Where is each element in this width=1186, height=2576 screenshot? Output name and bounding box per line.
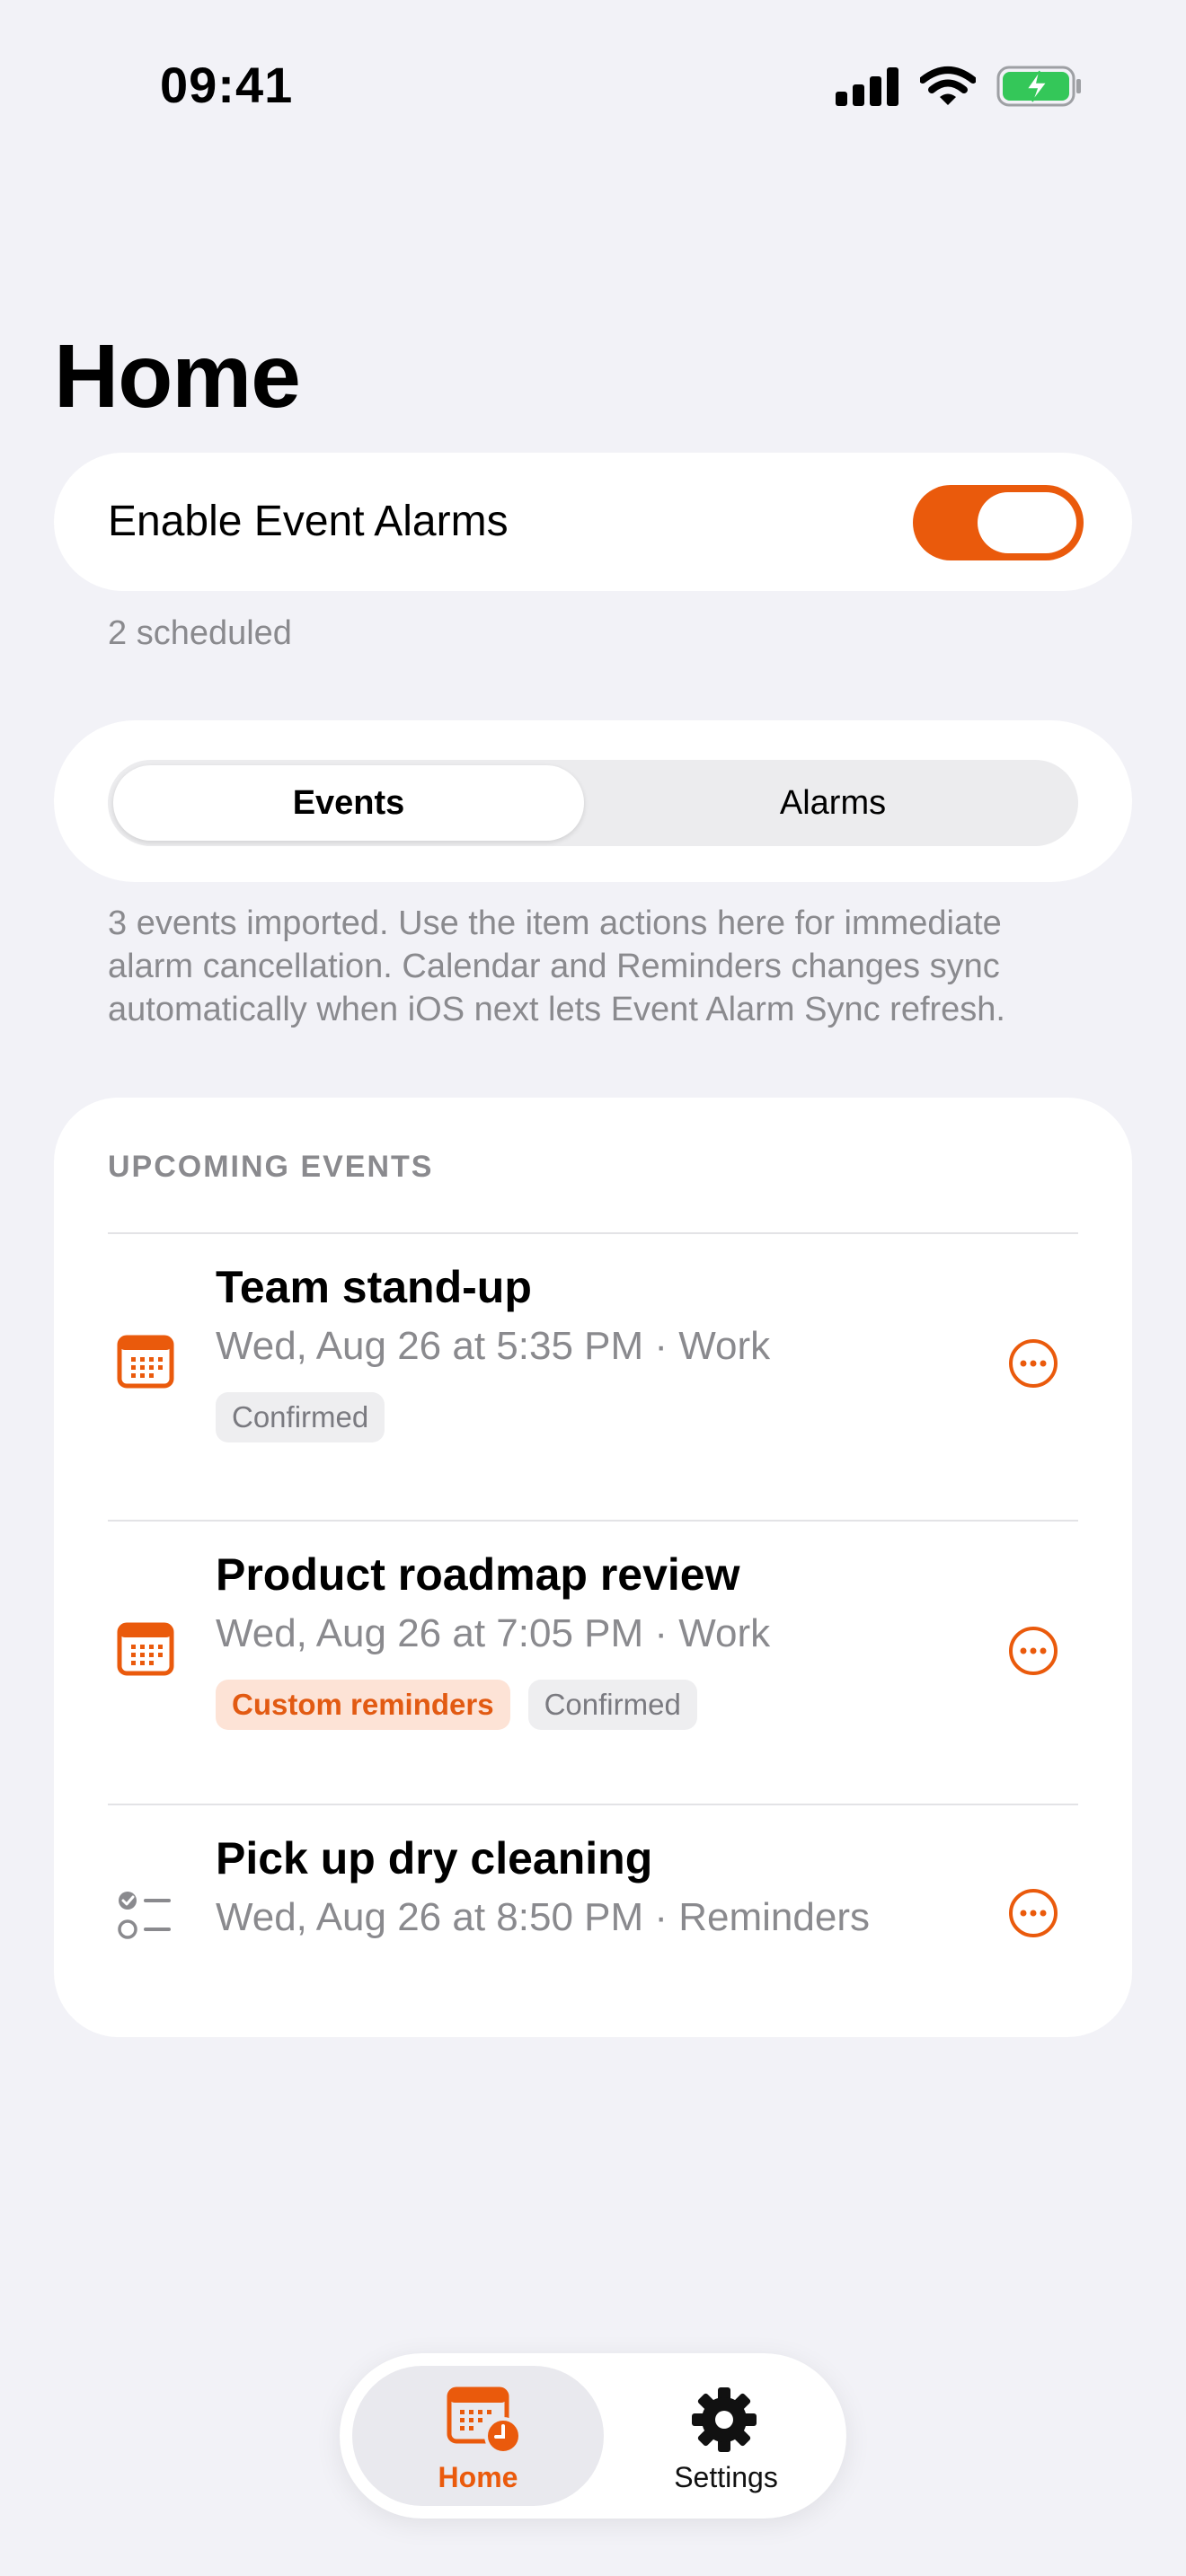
confirmed-badge: Confirmed — [527, 1680, 697, 1730]
scheduled-count: 2 scheduled — [108, 614, 292, 652]
view-picker-card: Events Alarms — [54, 720, 1132, 882]
event-title: Pick up dry cleaning — [216, 1833, 653, 1883]
confirmed-badge: Confirmed — [216, 1392, 385, 1442]
calendar-clock-icon — [447, 2386, 522, 2454]
tab-bar: Home Settings — [340, 2353, 846, 2519]
event-title: Product roadmap review — [216, 1549, 740, 1600]
wifi-icon — [919, 66, 976, 105]
section-header: UPCOMING EVENTS — [108, 1150, 434, 1184]
event-title: Team stand-up — [216, 1262, 532, 1312]
segmented-control: Events Alarms — [108, 760, 1078, 846]
more-actions-icon[interactable] — [1006, 1886, 1060, 1940]
battery-charging-icon — [996, 66, 1081, 107]
more-actions-icon[interactable] — [1006, 1337, 1060, 1390]
tab-settings-label: Settings — [674, 2461, 778, 2493]
segment-alarms[interactable]: Alarms — [593, 765, 1073, 841]
more-actions-icon[interactable] — [1006, 1624, 1060, 1678]
event-subtitle: Wed, Aug 26 at 8:50 PM · Reminders — [216, 1895, 870, 1939]
tab-home[interactable]: Home — [352, 2366, 604, 2506]
page-title: Home — [54, 326, 301, 427]
event-subtitle: Wed, Aug 26 at 5:35 PM · Work — [216, 1324, 771, 1368]
custom-reminders-badge: Custom reminders — [216, 1680, 510, 1730]
cellular-signal-icon — [836, 67, 898, 106]
import-info-text: 3 events imported. Use the item actions … — [108, 904, 1005, 1028]
event-row-product-roadmap[interactable]: Product roadmap review Wed, Aug 26 at 7:… — [54, 1522, 1132, 1800]
tab-home-label: Home — [438, 2461, 518, 2493]
enable-alarms-label: Enable Event Alarms — [108, 498, 509, 545]
event-row-team-standup[interactable]: Team stand-up Wed, Aug 26 at 5:35 PM · W… — [54, 1234, 1132, 1495]
tab-settings[interactable]: Settings — [600, 2366, 852, 2506]
segment-events[interactable]: Events — [113, 765, 584, 841]
toggle-knob — [978, 492, 1076, 553]
enable-alarms-row: Enable Event Alarms — [54, 453, 1132, 591]
enable-alarms-toggle[interactable] — [913, 485, 1084, 560]
event-subtitle: Wed, Aug 26 at 7:05 PM · Work — [216, 1611, 771, 1655]
calendar-icon — [117, 1622, 174, 1676]
upcoming-events-card: UPCOMING EVENTS Team stand-up Wed, Aug 2… — [54, 1098, 1132, 2037]
reminder-list-icon — [118, 1892, 171, 1939]
event-badges: Confirmed — [216, 1392, 385, 1442]
calendar-icon — [117, 1335, 174, 1389]
gear-icon — [692, 2387, 757, 2452]
event-row-dry-cleaning[interactable]: Pick up dry cleaning Wed, Aug 26 at 8:50… — [54, 1805, 1132, 2021]
status-time: 09:41 — [160, 57, 294, 113]
event-badges: Custom reminders Confirmed — [216, 1680, 697, 1730]
status-icons — [836, 61, 1083, 111]
